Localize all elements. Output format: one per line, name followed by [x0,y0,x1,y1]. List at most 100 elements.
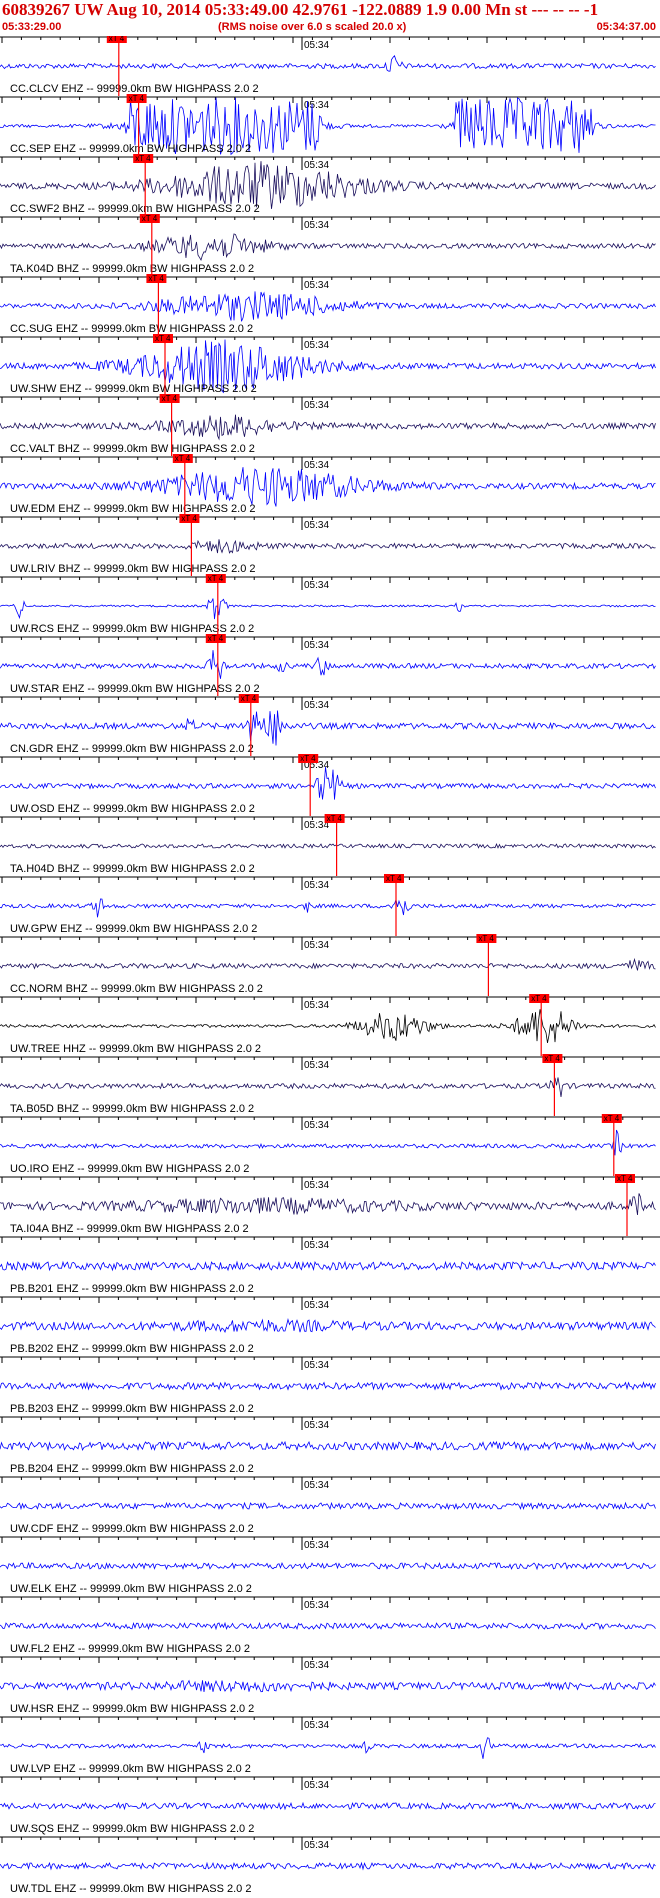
station-label: CC.SUG EHZ -- 99999.0km BW HIGHPASS 2.0 … [10,323,253,335]
minute-label: 05:34 [304,1480,329,1491]
minute-label: 05:34 [304,880,329,891]
station-label: UW.TREE HHZ -- 99999.0km BW HIGHPASS 2.0… [10,1043,261,1055]
trace-row: 05:34 TA.K04D BHZ -- 99999.0km BW HIGHPAS… [0,214,660,276]
station-label: UW.ELK EHZ -- 99999.0km BW HIGHPASS 2.0 … [10,1583,252,1595]
minute-label: 05:34 [304,1840,329,1851]
trace-row: 05:34 UW.TDL EHZ -- 99999.0km BW HIGHPASS… [0,1836,660,1895]
waveform [0,1861,656,1871]
pick-label: xT 4 [208,634,224,643]
minute-label: 05:34 [304,1120,329,1131]
station-label: UW.FL2 EHZ -- 99999.0km BW HIGHPASS 2.0 … [10,1643,250,1655]
minute-label: 05:34 [304,940,329,951]
pick-label: xT 4 [148,274,164,283]
trace-row: 05:34 PB.B203 EHZ -- 99999.0km BW HIGHPAS… [0,1356,660,1415]
waveform [0,467,656,507]
station-label: UW.LVP EHZ -- 99999.0km BW HIGHPASS 2.0 … [10,1763,251,1775]
minute-label: 05:34 [304,1300,329,1311]
station-label: CC.SEP EHZ -- 99999.0km BW HIGHPASS 2.0 … [10,143,251,155]
waveform [0,55,656,72]
pick-label: xT 4 [208,574,224,583]
station-label: CC.VALT BHZ -- 99999.0km BW HIGHPASS 2.0… [10,443,255,455]
trace-row: 05:34 UO.IRO EHZ -- 99999.0km BW HIGHPASS… [0,1114,660,1176]
pick-label: xT 4 [129,94,145,103]
trace-row: 05:34 UW.GPW EHZ -- 99999.0km BW HIGHPASS… [0,874,660,936]
station-label: CC.SWF2 BHZ -- 99999.0km BW HIGHPASS 2.0… [10,203,260,215]
waveform [0,1679,656,1693]
minute-label: 05:34 [304,1660,329,1671]
trace-row: 05:34 TA.I04A BHZ -- 99999.0km BW HIGHPAS… [0,1174,660,1236]
station-label: UW.SHW EHZ -- 99999.0km BW HIGHPASS 2.0 … [10,383,257,395]
minute-label: 05:34 [304,1600,329,1611]
minute-label: 05:34 [304,1540,329,1551]
pick-label: xT 4 [604,1114,620,1123]
scale-note: (RMS noise over 6.0 s scaled 20.0 x) [218,21,407,33]
station-label: TA.B05D BHZ -- 99999.0km BW HIGHPASS 2.0… [10,1103,254,1115]
trace-row: 05:34 UW.EDM EHZ -- 99999.0km BW HIGHPASS… [0,454,660,516]
station-label: PB.B201 EHZ -- 99999.0km BW HIGHPASS 2.0… [10,1283,254,1295]
pick-label: xT 4 [327,814,343,823]
end-time: 05:34:37.00 [596,21,656,33]
start-time: 05:33:29.00 [2,21,62,33]
minute-label: 05:34 [304,460,329,471]
minute-label: 05:34 [304,1780,329,1791]
pick-label: xT 4 [300,754,316,763]
minute-label: 05:34 [304,40,329,51]
trace-row: 05:34CC.SEP EHZ -- 99999.0km BW HIGHPASS… [0,94,660,156]
trace-row: 05:34 PB.B201 EHZ -- 99999.0km BW HIGHPAS… [0,1236,660,1295]
minute-label: 05:34 [304,1240,329,1251]
station-label: TA.I04A BHZ -- 99999.0km BW HIGHPASS 2.0… [10,1223,249,1235]
waveform [0,1440,656,1452]
trace-row: 05:34 CC.NORM BHZ -- 99999.0km BW HIGHPAS… [0,934,660,996]
trace-row: 05:34 CC.SWF2 BHZ -- 99999.0km BW HIGHPAS… [0,154,660,216]
minute-label: 05:34 [304,280,329,291]
waveform [0,1621,656,1631]
waveform [0,843,656,849]
waveform [0,710,656,746]
waveform [0,898,656,918]
waveform [0,1381,656,1391]
trace-row: 05:34UW.LRIV BHZ -- 99999.0km BW HIGHPAS… [0,514,660,576]
header-bar: 60839267 UW Aug 10, 2014 05:33:49.00 42.… [0,0,660,36]
pick-label: xT 4 [531,994,547,1003]
minute-label: 05:34 [304,520,329,531]
trace-row: 05:34 UW.FL2 EHZ -- 99999.0km BW HIGHPASS… [0,1596,660,1655]
station-label: UW.EDM EHZ -- 99999.0km BW HIGHPASS 2.0 … [10,503,256,515]
trace-row: 05:34 PB.B202 EHZ -- 99999.0km BW HIGHPAS… [0,1296,660,1355]
waveform [0,1801,656,1811]
waveform [0,1501,656,1511]
pick-label: xT 4 [386,874,402,883]
minute-label: 05:34 [304,1720,329,1731]
waveform [0,1077,656,1098]
station-label: UW.OSD EHZ -- 99999.0km BW HIGHPASS 2.0 … [10,803,255,815]
waveform [0,539,656,554]
event-title: 60839267 UW Aug 10, 2014 05:33:49.00 42.… [2,0,599,19]
waveform [0,1193,656,1216]
station-label: UW.CDF EHZ -- 99999.0km BW HIGHPASS 2.0 … [10,1523,254,1535]
waveform [0,1129,656,1156]
station-label: UW.STAR EHZ -- 99999.0km BW HIGHPASS 2.0… [10,683,260,695]
station-label: UO.IRO EHZ -- 99999.0km BW HIGHPASS 2.0 … [10,1163,249,1175]
trace-row: 05:34 PB.B204 EHZ -- 99999.0km BW HIGHPAS… [0,1416,660,1475]
waveform [0,1260,656,1272]
waveform [0,957,656,971]
minute-label: 05:34 [304,220,329,231]
station-label: UW.GPW EHZ -- 99999.0km BW HIGHPASS 2.0 … [10,923,257,935]
station-label: UW.HSR EHZ -- 99999.0km BW HIGHPASS 2.0 … [10,1703,254,1715]
trace-row: 05:34 UW.SHW EHZ -- 99999.0km BW HIGHPASS… [0,334,660,396]
minute-label: 05:34 [304,1060,329,1071]
trace-row: 05:34 CC.SUG EHZ -- 99999.0km BW HIGHPASS… [0,274,660,336]
waveform [0,1317,656,1334]
seismogram-panel: 05:34CC.CLCV EHZ -- 99999.0km BW HIGHPAS… [0,36,660,1895]
minute-label: 05:34 [304,640,329,651]
trace-row: 05:34 UW.TREE HHZ -- 99999.0km BW HIGHPAS… [0,994,660,1056]
pick-label: xT 4 [135,154,151,163]
minute-label: 05:34 [304,340,329,351]
trace-row: 05:34 UW.CDF EHZ -- 99999.0km BW HIGHPASS… [0,1476,660,1535]
station-label: UW.SQS EHZ -- 99999.0km BW HIGHPASS 2.0 … [10,1823,254,1835]
trace-row: 05:34 TA.B05D BHZ -- 99999.0km BW HIGHPAS… [0,1054,660,1116]
trace-row: 05:34 UW.ELK EHZ -- 99999.0km BW HIGHPASS… [0,1536,660,1595]
minute-label: 05:34 [304,1420,329,1431]
minute-label: 05:34 [304,580,329,591]
waveform [0,233,656,262]
station-label: TA.H04D BHZ -- 99999.0km BW HIGHPASS 2.0… [10,863,255,875]
